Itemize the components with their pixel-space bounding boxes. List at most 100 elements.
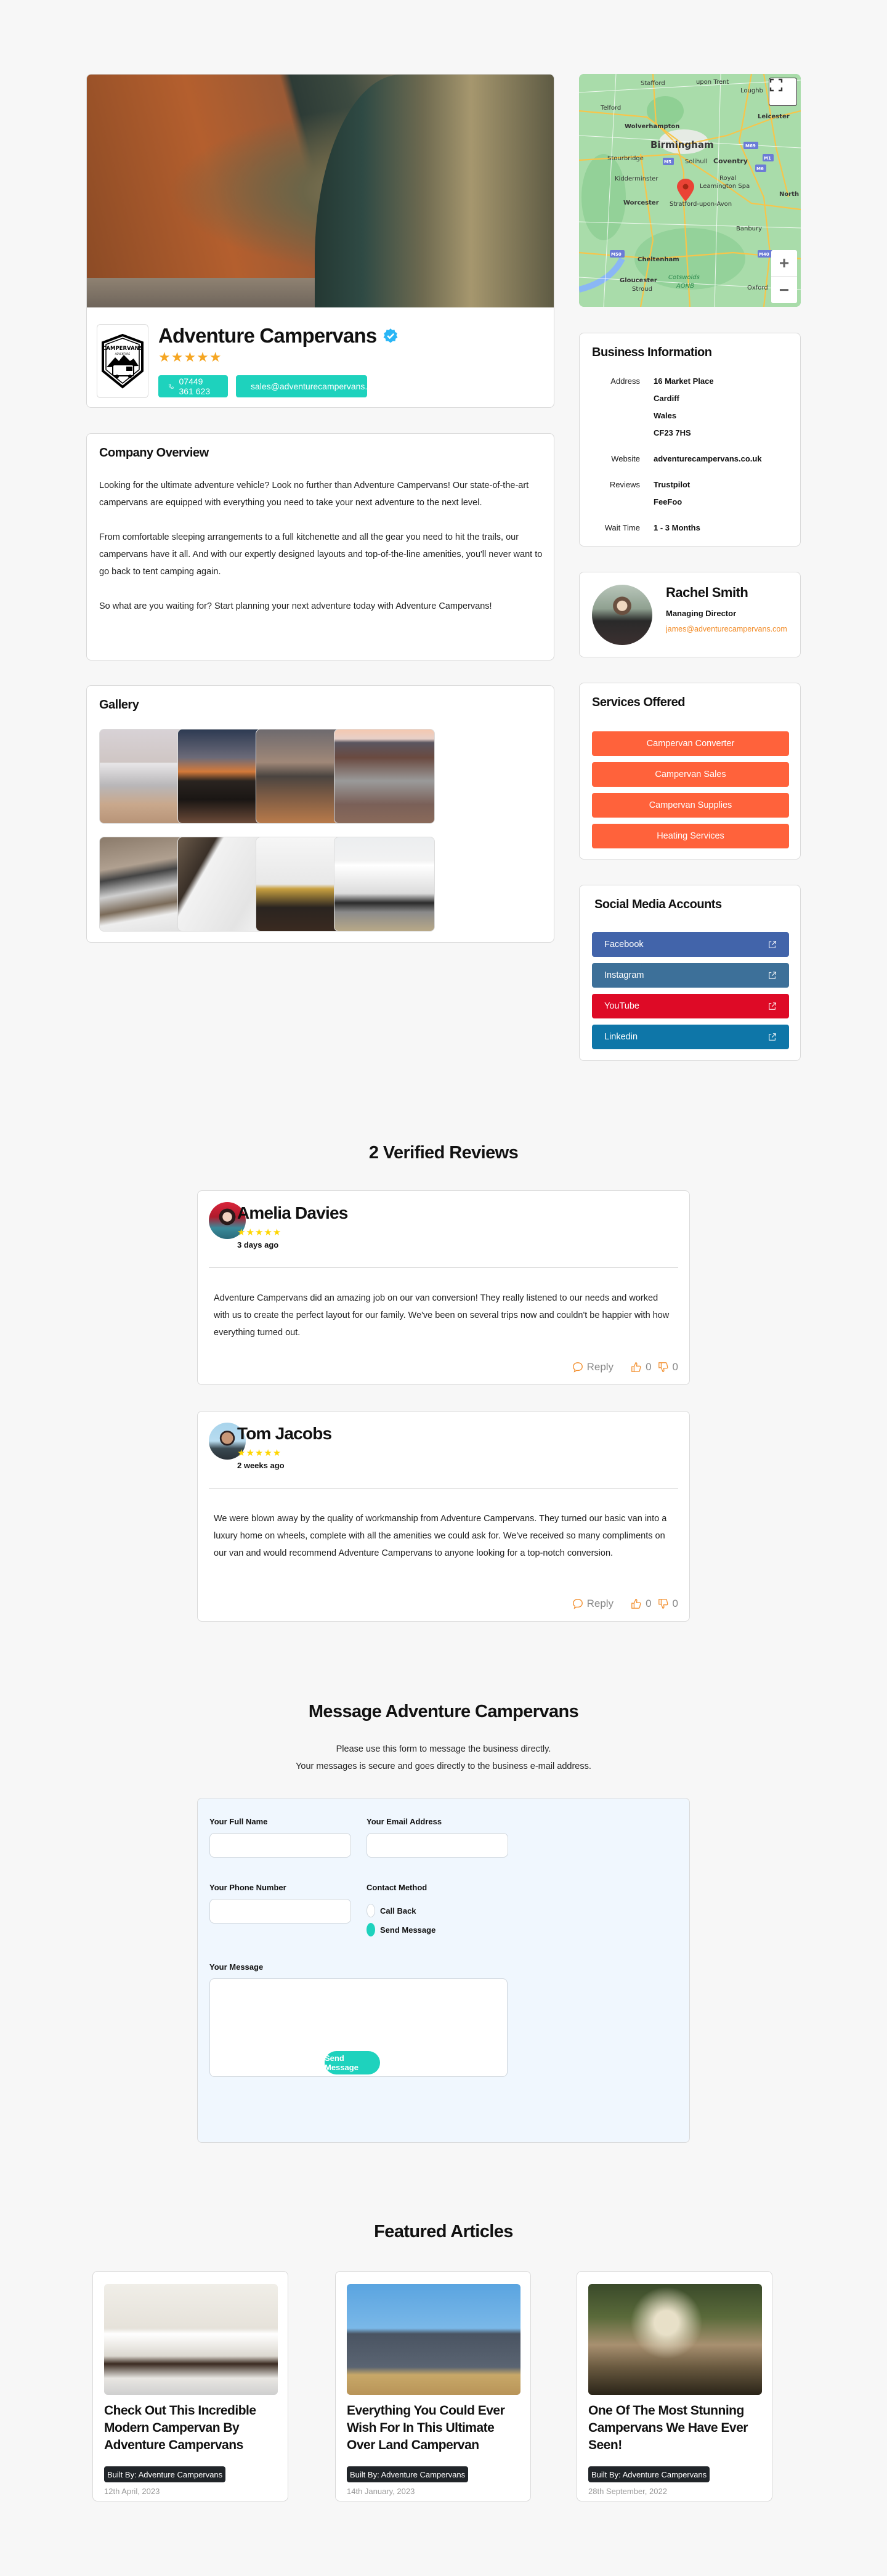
review-date: 2 weeks ago — [237, 1461, 285, 1470]
external-link-icon — [769, 1002, 776, 1010]
article-date: 14th January, 2023 — [347, 2487, 415, 2496]
article-image — [588, 2284, 762, 2395]
dislike-button[interactable]: 0 — [658, 1598, 678, 1610]
motorway-label: M1 — [764, 156, 771, 161]
reply-button[interactable]: Reply — [572, 1361, 614, 1373]
social-label: Linkedin — [604, 1032, 638, 1042]
service-button[interactable]: Campervan Converter — [592, 731, 789, 756]
gallery-image[interactable] — [334, 837, 435, 932]
builder-badge: Built By: Adventure Campervans — [347, 2466, 469, 2482]
phone-label: Your Phone Number — [209, 1883, 286, 1892]
hero-image — [87, 75, 554, 307]
map-zoom-in-button[interactable]: + — [771, 250, 797, 277]
reviews-title: 2 Verified Reviews — [368, 1143, 519, 1163]
contact-person-email[interactable]: james@adventurecampervans.com — [666, 625, 789, 633]
reply-button[interactable]: Reply — [572, 1598, 614, 1610]
map-label: Stroud — [632, 286, 652, 293]
external-link-icon — [769, 972, 776, 979]
review-card: Amelia Davies ★★★★★ 3 days ago Adventure… — [197, 1190, 690, 1385]
social-button-linkedin[interactable]: Linkedin — [592, 1025, 789, 1049]
overview-paragraph: Looking for the ultimate adventure vehic… — [99, 481, 529, 508]
email-input[interactable] — [367, 1833, 508, 1858]
company-overview-card: Company Overview Looking for the ultimat… — [86, 433, 554, 660]
map-label: Oxford — [747, 285, 768, 291]
email-button[interactable]: sales@adventurecampervans.com — [236, 375, 384, 397]
map-label: Loughb — [740, 87, 763, 94]
radio-call-back[interactable]: Call Back — [367, 1904, 416, 1917]
thumbs-down-icon — [658, 1362, 668, 1372]
article-card[interactable]: Everything You Could Ever Wish For In Th… — [335, 2271, 531, 2501]
social-button-youtube[interactable]: YouTube — [592, 994, 789, 1018]
phone-icon — [168, 384, 174, 389]
map-label: North — [779, 191, 799, 198]
map-label: AONB — [676, 283, 694, 290]
review-stars: ★★★★★ — [237, 1448, 282, 1458]
address-line: 16 Market Place — [654, 376, 714, 386]
gallery-title: Gallery — [99, 698, 139, 712]
map-zoom-controls: + − — [771, 250, 797, 303]
info-label: Wait Time — [604, 523, 640, 532]
like-button[interactable]: 0 — [631, 1361, 652, 1373]
overview-title: Company Overview — [99, 446, 209, 460]
article-title[interactable]: Everything You Could Ever Wish For In Th… — [347, 2402, 520, 2454]
map-zoom-out-button[interactable]: − — [771, 277, 797, 303]
social-button-facebook[interactable]: Facebook — [592, 932, 789, 957]
radio-checked-icon — [367, 1923, 375, 1936]
subtitle-line: Please use this form to message the busi… — [336, 1744, 551, 1754]
thumbs-up-icon — [631, 1362, 641, 1372]
radio-send-message[interactable]: Send Message — [367, 1923, 435, 1936]
map-label: Royal — [719, 175, 736, 182]
map-label: Kidderminster — [615, 176, 658, 182]
like-button[interactable]: 0 — [631, 1598, 652, 1610]
location-map[interactable]: Stafford upon Trent Loughb Telford Leice… — [579, 74, 801, 307]
services-card: Services Offered Campervan Converter Cam… — [579, 683, 801, 859]
address-line: Wales — [654, 411, 677, 420]
article-image — [347, 2284, 520, 2395]
map-label: Leamington Spa — [700, 183, 750, 190]
review-date: 3 days ago — [237, 1240, 279, 1249]
service-button[interactable]: Heating Services — [592, 824, 789, 848]
builder-badge: Built By: Adventure Campervans — [104, 2466, 226, 2482]
service-button[interactable]: Campervan Sales — [592, 762, 789, 787]
message-label: Your Message — [209, 1962, 264, 1972]
social-button-instagram[interactable]: Instagram — [592, 963, 789, 988]
message-form-title: Message Adventure Campervans — [308, 1702, 579, 1721]
full-name-input[interactable] — [209, 1833, 351, 1858]
featured-articles-title: Featured Articles — [374, 2222, 513, 2241]
contact-person-name: Rachel Smith — [666, 585, 748, 600]
send-message-button[interactable]: Send Message — [325, 2051, 380, 2074]
map-label: Wolverhampton — [625, 123, 679, 130]
motorway-label: M50 — [611, 252, 622, 257]
thumbs-up-icon — [631, 1599, 641, 1609]
review-body: Adventure Campervans did an amazing job … — [214, 1293, 670, 1338]
business-name: Adventure Campervans — [158, 324, 399, 347]
map-fullscreen-button[interactable] — [769, 78, 797, 106]
dislike-count: 0 — [672, 1598, 678, 1609]
website-link[interactable]: adventurecampervans.co.uk — [654, 450, 788, 468]
article-title[interactable]: Check Out This Incredible Modern Camperv… — [104, 2402, 278, 2454]
map-label: Leicester — [758, 113, 790, 120]
phone-number: 07449 361 623 — [179, 376, 211, 396]
map-label: Stratford-upon-Avon — [670, 201, 732, 208]
gallery-card: Gallery — [86, 685, 554, 943]
like-count: 0 — [646, 1598, 652, 1609]
motorway-label: M40 — [759, 252, 769, 257]
campervan-logo-icon: CAMPERVANS ADVENTURE — [102, 333, 144, 389]
service-button[interactable]: Campervan Supplies — [592, 793, 789, 818]
review-actions: Reply 0 0 — [572, 1361, 678, 1373]
article-card[interactable]: Check Out This Incredible Modern Camperv… — [92, 2271, 288, 2501]
gallery-image[interactable] — [334, 729, 435, 824]
business-header-card: CAMPERVANS ADVENTURE Adventure Campervan… — [86, 74, 554, 408]
map-label: Cheltenham — [638, 256, 679, 263]
map-label: Gloucester — [620, 277, 657, 284]
reviewer-name: Tom Jacobs — [237, 1424, 332, 1443]
phone-input[interactable] — [209, 1899, 351, 1924]
article-card[interactable]: One Of The Most Stunning Campervans We H… — [577, 2271, 772, 2501]
phone-button[interactable]: 07449 361 623 — [158, 375, 228, 397]
dislike-button[interactable]: 0 — [658, 1361, 678, 1373]
radio-label: Call Back — [380, 1906, 416, 1916]
fullscreen-icon — [769, 78, 783, 92]
map-label: Banbury — [736, 226, 762, 232]
article-title[interactable]: One Of The Most Stunning Campervans We H… — [588, 2402, 762, 2454]
review-card: Tom Jacobs ★★★★★ 2 weeks ago We were blo… — [197, 1411, 690, 1622]
